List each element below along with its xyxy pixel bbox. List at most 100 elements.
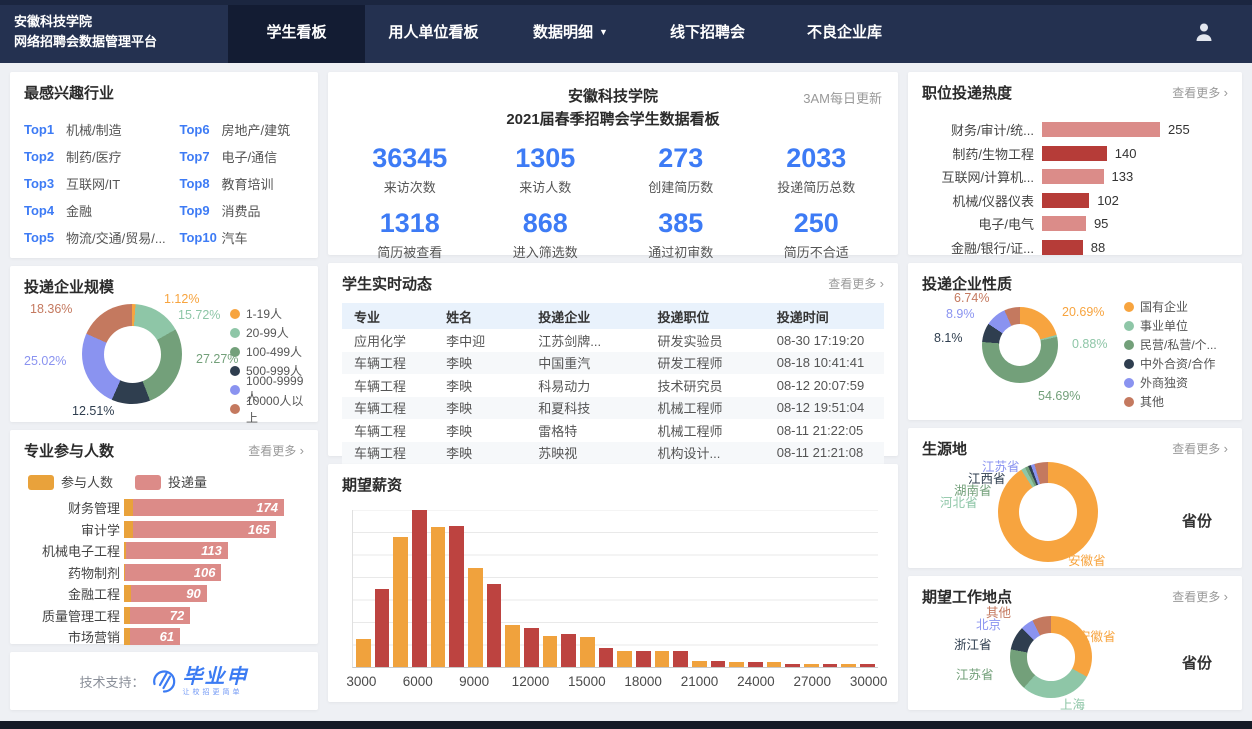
industry-rank: Top9 xyxy=(180,203,222,218)
salary-bar xyxy=(711,661,726,667)
major-bars: 90 xyxy=(124,585,207,602)
donut-slice-label: 其他 xyxy=(986,602,1011,621)
view-more-link[interactable]: 查看更多 › xyxy=(828,275,884,292)
legend-item[interactable]: 10000人以上 xyxy=(230,399,304,418)
stat-item: 36345来访次数 xyxy=(342,143,478,196)
stat-label: 通过初审数 xyxy=(613,242,749,261)
view-more-link[interactable]: 查看更多 › xyxy=(1172,440,1228,457)
company-nature-card: 投递企业性质 20.69%0.88%54.69%8.1%8.9%6.74%国有企… xyxy=(908,263,1242,420)
heat-bar xyxy=(1042,146,1107,161)
top-nav: 安徽科技学院 网络招聘会数据管理平台 学生看板 用人单位看板数据明细▼线下招聘会不… xyxy=(0,0,1252,63)
table-cell: 科易动力 xyxy=(526,376,645,395)
stat-item: 1305来访人数 xyxy=(478,143,614,196)
nav-tab-label: 学生看板 xyxy=(266,21,326,42)
legend-item[interactable]: 投递量 xyxy=(135,472,207,491)
donut-slice-label: 浙江省 xyxy=(954,634,992,653)
view-more-link[interactable]: 查看更多 › xyxy=(1172,84,1228,101)
student-origin-title: 生源地 xyxy=(922,438,967,459)
nav-tab-5[interactable]: 不良企业库 xyxy=(776,0,913,63)
platform-brand: 安徽科技学院 网络招聘会数据管理平台 xyxy=(0,0,228,63)
salary-bar xyxy=(767,662,782,667)
legend-item[interactable]: 其他 xyxy=(1124,392,1228,411)
salary-histogram xyxy=(352,510,878,668)
donut-slice-label: 江苏省 xyxy=(956,664,994,683)
stat-value: 36345 xyxy=(342,143,478,174)
donut-ring xyxy=(82,304,182,404)
industry-name: 汽车 xyxy=(222,228,248,247)
industry-item: Top8教育培训 xyxy=(180,170,304,197)
donut-slice-label: 18.36% xyxy=(30,302,72,316)
x-axis-tick: 18000 xyxy=(624,674,662,689)
legend-swatch xyxy=(28,475,54,490)
major-row: 质量管理工程72 xyxy=(24,605,304,627)
nav-tab-1[interactable]: 学生看板 xyxy=(228,0,365,63)
table-header-row: 专业姓名投递企业投递职位投递时间 xyxy=(342,303,884,329)
salary-bar xyxy=(543,636,558,667)
legend-item[interactable]: 事业单位 xyxy=(1124,316,1228,335)
legend-item[interactable]: 外商独资 xyxy=(1124,373,1228,392)
industry-name: 制药/医疗 xyxy=(66,147,122,166)
industry-rank: Top1 xyxy=(24,122,66,137)
heat-value: 255 xyxy=(1168,122,1190,137)
donut-slice-label: 1.12% xyxy=(164,292,199,306)
donut-hole xyxy=(1019,483,1077,541)
salary-bar xyxy=(431,527,446,667)
legend-item[interactable]: 参与人数 xyxy=(28,472,113,491)
expected-location-donut-chart: 省份 安徽省上海江苏省浙江省北京其他 xyxy=(922,614,1228,712)
legend-item[interactable]: 中外合资/合作 xyxy=(1124,354,1228,373)
bottom-bar xyxy=(0,721,1252,729)
table-cell: 李中迎 xyxy=(434,331,526,350)
donut-ring xyxy=(998,462,1098,562)
salary-bar xyxy=(561,634,576,667)
x-axis-tick: 27000 xyxy=(793,674,831,689)
submissions-bar: 106 xyxy=(125,564,222,581)
table-cell: 技术研究员 xyxy=(645,376,764,395)
nav-tab-2[interactable]: 用人单位看板 xyxy=(365,0,502,63)
industry-item: Top7电子/通信 xyxy=(180,143,304,170)
salary-bar xyxy=(375,589,390,668)
table-cell: 李映 xyxy=(434,353,526,372)
column-header: 投递企业 xyxy=(526,307,645,326)
nav-tab-3[interactable]: 数据明细▼ xyxy=(502,0,639,63)
legend-item[interactable]: 国有企业 xyxy=(1124,297,1228,316)
table-cell: 苏映视 xyxy=(526,443,645,462)
industry-rank: Top10 xyxy=(180,230,222,245)
legend-label: 20-99人 xyxy=(246,324,289,341)
legend-dot xyxy=(230,309,240,319)
heat-value: 140 xyxy=(1115,146,1137,161)
legend-dot xyxy=(1124,378,1134,388)
table-cell: 江苏剑牌... xyxy=(526,331,645,350)
view-more-link[interactable]: 查看更多 › xyxy=(248,442,304,459)
major-participation-card: 专业参与人数 查看更多 › 参与人数投递量 财务管理174审计学165机械电子工… xyxy=(10,430,318,644)
legend-item[interactable]: 20-99人 xyxy=(230,323,304,342)
view-more-link[interactable]: 查看更多 › xyxy=(1172,588,1228,605)
nav-tabs: 学生看板 用人单位看板数据明细▼线下招聘会不良企业库 xyxy=(228,0,913,63)
participants-bar xyxy=(124,585,131,602)
donut-slice-label: 12.51% xyxy=(72,404,114,418)
stat-label: 进入筛选数 xyxy=(478,242,614,261)
brand-line2: 网络招聘会数据管理平台 xyxy=(14,32,228,52)
user-account-button[interactable] xyxy=(1192,0,1216,63)
nav-tab-4[interactable]: 线下招聘会 xyxy=(639,0,776,63)
submissions-bar: 113 xyxy=(126,542,228,559)
legend-dot xyxy=(1124,321,1134,331)
heat-category-label: 机械/仪器仪表 xyxy=(922,191,1034,210)
x-axis-tick: 24000 xyxy=(737,674,775,689)
major-bars: 106 xyxy=(124,564,221,581)
biyeshen-logo[interactable]: 毕业申 让校招更简单 xyxy=(183,667,249,696)
legend-item[interactable]: 100-499人 xyxy=(230,342,304,361)
legend-item[interactable]: 1-19人 xyxy=(230,304,304,323)
stat-value: 868 xyxy=(478,208,614,239)
biyeshen-brand-name: 毕业申 xyxy=(183,667,249,687)
legend-label: 投递量 xyxy=(168,475,207,490)
industry-name: 机械/制造 xyxy=(66,120,122,139)
industry-name: 互联网/IT xyxy=(66,174,120,193)
table-cell: 李映 xyxy=(434,443,526,462)
legend-item[interactable]: 民营/私营/个... xyxy=(1124,335,1228,354)
submissions-bar: 90 xyxy=(131,585,206,602)
donut-slice-label: 8.1% xyxy=(934,331,963,345)
stat-item: 868 进入筛选数 xyxy=(478,208,614,261)
salary-bar xyxy=(692,661,707,667)
industry-rank: Top7 xyxy=(180,149,222,164)
donut-slice-label: 江苏省 xyxy=(982,456,1020,475)
